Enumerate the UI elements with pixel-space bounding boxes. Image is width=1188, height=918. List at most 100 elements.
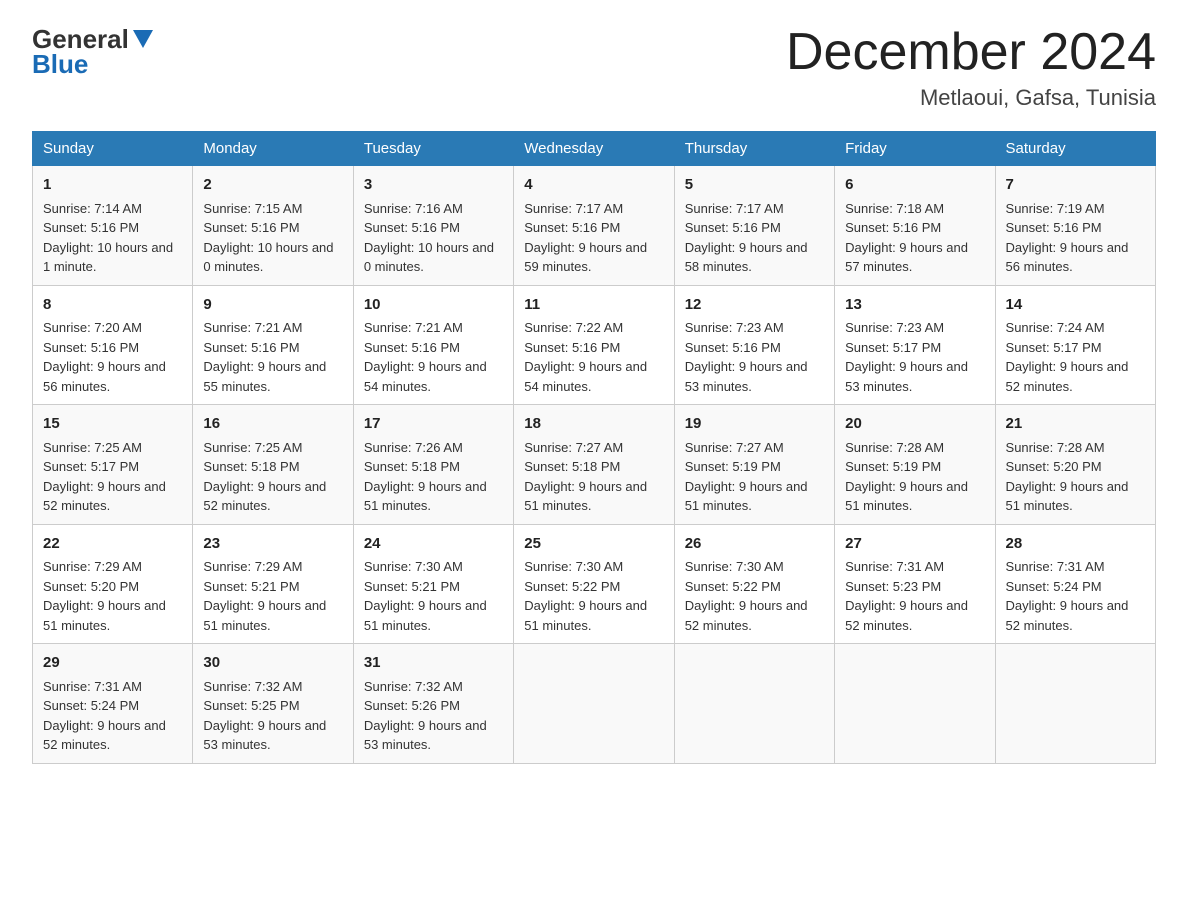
table-row: 8Sunrise: 7:20 AMSunset: 5:16 PMDaylight… [33, 285, 193, 405]
col-wednesday: Wednesday [514, 132, 674, 166]
col-thursday: Thursday [674, 132, 834, 166]
table-row [835, 644, 995, 764]
calendar-header-row: Sunday Monday Tuesday Wednesday Thursday… [33, 132, 1156, 166]
day-info: Sunrise: 7:17 AMSunset: 5:16 PMDaylight:… [524, 201, 647, 275]
day-number: 27 [845, 533, 984, 556]
day-number: 10 [364, 294, 503, 317]
table-row: 25Sunrise: 7:30 AMSunset: 5:22 PMDayligh… [514, 524, 674, 644]
day-number: 21 [1006, 413, 1145, 436]
day-info: Sunrise: 7:21 AMSunset: 5:16 PMDaylight:… [364, 320, 487, 394]
day-info: Sunrise: 7:18 AMSunset: 5:16 PMDaylight:… [845, 201, 968, 275]
table-row: 27Sunrise: 7:31 AMSunset: 5:23 PMDayligh… [835, 524, 995, 644]
col-saturday: Saturday [995, 132, 1155, 166]
title-block: December 2024 Metlaoui, Gafsa, Tunisia [786, 24, 1156, 111]
table-row: 12 Sunrise: 7:23 AMSunset: 5:16 PMDayligh… [674, 285, 834, 405]
day-number: 1 [43, 174, 182, 197]
day-number: 22 [43, 533, 182, 556]
day-number: 26 [685, 533, 824, 556]
table-row: 31 Sunrise: 7:32 AMSunset: 5:26 PMDayligh… [353, 644, 513, 764]
day-info: Sunrise: 7:25 AMSunset: 5:18 PMDaylight:… [203, 440, 326, 514]
day-info: Sunrise: 7:32 AMSunset: 5:25 PMDaylight:… [203, 679, 326, 753]
day-number: 3 [364, 174, 503, 197]
col-tuesday: Tuesday [353, 132, 513, 166]
day-number: 7 [1006, 174, 1145, 197]
day-info: Sunrise: 7:23 AMSunset: 5:17 PMDaylight:… [845, 320, 968, 394]
day-info: Sunrise: 7:32 AMSunset: 5:26 PMDaylight:… [364, 679, 487, 753]
table-row: 29 Sunrise: 7:31 AMSunset: 5:24 PMDayligh… [33, 644, 193, 764]
table-row: 2 Sunrise: 7:15 AMSunset: 5:16 PMDaylight… [193, 166, 353, 286]
day-number: 8 [43, 294, 182, 317]
day-number: 5 [685, 174, 824, 197]
day-number: 11 [524, 294, 663, 317]
table-row: 18Sunrise: 7:27 AMSunset: 5:18 PMDayligh… [514, 405, 674, 525]
table-row: 30 Sunrise: 7:32 AMSunset: 5:25 PMDayligh… [193, 644, 353, 764]
table-row: 7 Sunrise: 7:19 AMSunset: 5:16 PMDaylight… [995, 166, 1155, 286]
day-info: Sunrise: 7:21 AMSunset: 5:16 PMDaylight:… [203, 320, 326, 394]
col-sunday: Sunday [33, 132, 193, 166]
day-info: Sunrise: 7:25 AMSunset: 5:17 PMDaylight:… [43, 440, 166, 514]
table-row: 23 Sunrise: 7:29 AMSunset: 5:21 PMDayligh… [193, 524, 353, 644]
day-number: 12 [685, 294, 824, 317]
day-info: Sunrise: 7:31 AMSunset: 5:24 PMDaylight:… [43, 679, 166, 753]
day-number: 30 [203, 652, 342, 675]
table-row: 11 Sunrise: 7:22 AMSunset: 5:16 PMDayligh… [514, 285, 674, 405]
day-info: Sunrise: 7:23 AMSunset: 5:16 PMDaylight:… [685, 320, 808, 394]
day-info: Sunrise: 7:19 AMSunset: 5:16 PMDaylight:… [1006, 201, 1129, 275]
calendar-week-row: 15 Sunrise: 7:25 AMSunset: 5:17 PMDayligh… [33, 405, 1156, 525]
day-number: 29 [43, 652, 182, 675]
table-row: 14Sunrise: 7:24 AMSunset: 5:17 PMDayligh… [995, 285, 1155, 405]
day-info: Sunrise: 7:14 AMSunset: 5:16 PMDaylight:… [43, 201, 173, 275]
day-number: 20 [845, 413, 984, 436]
table-row: 19 Sunrise: 7:27 AMSunset: 5:19 PMDayligh… [674, 405, 834, 525]
table-row: 6 Sunrise: 7:18 AMSunset: 5:16 PMDaylight… [835, 166, 995, 286]
day-info: Sunrise: 7:29 AMSunset: 5:21 PMDaylight:… [203, 559, 326, 633]
table-row: 9Sunrise: 7:21 AMSunset: 5:16 PMDaylight… [193, 285, 353, 405]
day-number: 24 [364, 533, 503, 556]
day-info: Sunrise: 7:15 AMSunset: 5:16 PMDaylight:… [203, 201, 333, 275]
table-row: 15 Sunrise: 7:25 AMSunset: 5:17 PMDayligh… [33, 405, 193, 525]
day-number: 17 [364, 413, 503, 436]
table-row [514, 644, 674, 764]
day-info: Sunrise: 7:28 AMSunset: 5:20 PMDaylight:… [1006, 440, 1129, 514]
day-info: Sunrise: 7:30 AMSunset: 5:22 PMDaylight:… [685, 559, 808, 633]
day-number: 13 [845, 294, 984, 317]
table-row: 4 Sunrise: 7:17 AMSunset: 5:16 PMDaylight… [514, 166, 674, 286]
table-row [674, 644, 834, 764]
day-info: Sunrise: 7:31 AMSunset: 5:24 PMDaylight:… [1006, 559, 1129, 633]
day-info: Sunrise: 7:24 AMSunset: 5:17 PMDaylight:… [1006, 320, 1129, 394]
table-row: 17 Sunrise: 7:26 AMSunset: 5:18 PMDayligh… [353, 405, 513, 525]
table-row: 3 Sunrise: 7:16 AMSunset: 5:16 PMDaylight… [353, 166, 513, 286]
location: Metlaoui, Gafsa, Tunisia [786, 85, 1156, 111]
table-row: 21 Sunrise: 7:28 AMSunset: 5:20 PMDayligh… [995, 405, 1155, 525]
day-info: Sunrise: 7:27 AMSunset: 5:19 PMDaylight:… [685, 440, 808, 514]
day-info: Sunrise: 7:22 AMSunset: 5:16 PMDaylight:… [524, 320, 647, 394]
day-info: Sunrise: 7:17 AMSunset: 5:16 PMDaylight:… [685, 201, 808, 275]
col-monday: Monday [193, 132, 353, 166]
day-info: Sunrise: 7:28 AMSunset: 5:19 PMDaylight:… [845, 440, 968, 514]
day-number: 28 [1006, 533, 1145, 556]
calendar-week-row: 8Sunrise: 7:20 AMSunset: 5:16 PMDaylight… [33, 285, 1156, 405]
day-number: 31 [364, 652, 503, 675]
day-number: 16 [203, 413, 342, 436]
table-row: 5 Sunrise: 7:17 AMSunset: 5:16 PMDaylight… [674, 166, 834, 286]
page-header: General Blue December 2024 Metlaoui, Gaf… [32, 24, 1156, 111]
day-number: 25 [524, 533, 663, 556]
day-number: 6 [845, 174, 984, 197]
day-info: Sunrise: 7:16 AMSunset: 5:16 PMDaylight:… [364, 201, 494, 275]
day-info: Sunrise: 7:26 AMSunset: 5:18 PMDaylight:… [364, 440, 487, 514]
day-number: 15 [43, 413, 182, 436]
calendar-week-row: 1 Sunrise: 7:14 AMSunset: 5:16 PMDaylight… [33, 166, 1156, 286]
table-row [995, 644, 1155, 764]
day-number: 23 [203, 533, 342, 556]
table-row: 22Sunrise: 7:29 AMSunset: 5:20 PMDayligh… [33, 524, 193, 644]
table-row: 1 Sunrise: 7:14 AMSunset: 5:16 PMDaylight… [33, 166, 193, 286]
day-number: 19 [685, 413, 824, 436]
table-row: 16 Sunrise: 7:25 AMSunset: 5:18 PMDayligh… [193, 405, 353, 525]
day-number: 4 [524, 174, 663, 197]
day-number: 18 [524, 413, 663, 436]
day-number: 2 [203, 174, 342, 197]
table-row: 28 Sunrise: 7:31 AMSunset: 5:24 PMDayligh… [995, 524, 1155, 644]
calendar-table: Sunday Monday Tuesday Wednesday Thursday… [32, 131, 1156, 764]
calendar-week-row: 29 Sunrise: 7:31 AMSunset: 5:24 PMDayligh… [33, 644, 1156, 764]
logo-arrow-icon [133, 30, 153, 48]
